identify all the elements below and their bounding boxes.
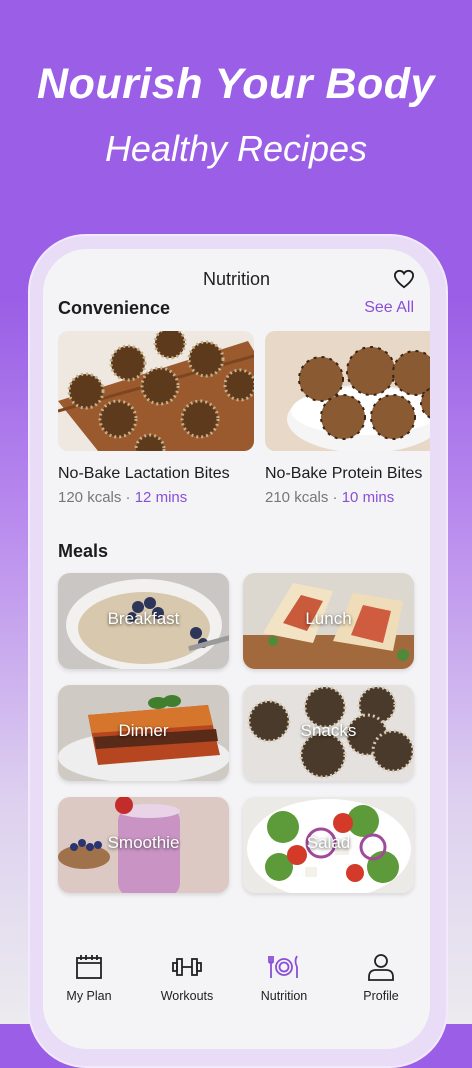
plate-cutlery-icon: [268, 955, 298, 978]
recipe-time: 12 mins: [134, 489, 188, 506]
meal-label: Dinner: [118, 721, 169, 740]
bottom-tab-bar: My Plan Workouts Nutrition Profile: [43, 939, 430, 1049]
tab-workouts[interactable]: Workouts: [147, 953, 227, 1003]
meal-label: Salad: [306, 833, 351, 852]
meta-separator: ·: [125, 489, 131, 506]
recipe-kcals: 210 kcals: [265, 489, 329, 506]
recipe-kcals: 120 kcals: [58, 489, 122, 506]
tab-label: Nutrition: [260, 989, 308, 1003]
meal-tile-snacks[interactable]: Snacks: [243, 685, 414, 781]
heart-icon[interactable]: [393, 269, 415, 289]
calendar-icon: [76, 955, 102, 979]
convenience-title: Convenience: [58, 298, 171, 318]
meal-label: Smoothie: [107, 833, 180, 852]
hero-subtitle: Healthy Recipes: [104, 128, 368, 169]
recipe-name: No-Bake Protein Bites: [265, 465, 423, 482]
tab-label: Profile: [363, 989, 399, 1003]
meal-tile-dinner[interactable]: Dinner: [58, 685, 229, 781]
meta-separator: ·: [332, 489, 338, 506]
person-icon: [368, 954, 394, 981]
page-title: Nutrition: [202, 269, 271, 289]
recipe-meta: 120 kcals · 12 mins: [58, 489, 256, 506]
recipe-image: [58, 331, 254, 451]
see-all-link[interactable]: See All: [364, 299, 414, 317]
tab-nutrition[interactable]: Nutrition: [244, 953, 324, 1003]
recipe-time: 10 mins: [341, 489, 395, 506]
meal-label: Lunch: [305, 609, 352, 628]
meal-tile-breakfast[interactable]: Breakfast: [58, 573, 229, 669]
meal-label: Breakfast: [107, 609, 180, 628]
tab-profile[interactable]: Profile: [341, 953, 421, 1003]
meal-label: Snacks: [300, 721, 357, 740]
recipe-card[interactable]: No-Bake Protein Bites 210 kcals · 10 min…: [265, 331, 430, 506]
meal-tile-lunch[interactable]: Lunch: [243, 573, 414, 669]
top-bar: Nutrition: [43, 249, 430, 297]
tab-label: My Plan: [66, 989, 112, 1003]
meal-tile-salad[interactable]: Salad: [243, 797, 414, 893]
tab-my-plan[interactable]: My Plan: [49, 953, 129, 1003]
recipe-meta: 210 kcals · 10 mins: [265, 489, 430, 506]
meals-title: Meals: [58, 541, 109, 561]
dumbbell-icon: [172, 958, 202, 976]
recipe-card[interactable]: No-Bake Lactation Bites 120 kcals · 12 m…: [58, 331, 256, 506]
app-screen: Nutrition Convenience See All No-Bake La…: [43, 249, 430, 1049]
tab-label: Workouts: [160, 989, 214, 1003]
meal-tile-smoothie[interactable]: Smoothie: [58, 797, 229, 893]
recipe-name: No-Bake Lactation Bites: [58, 465, 230, 482]
hero-title: Nourish Your Body: [37, 60, 435, 108]
recipe-image: [265, 331, 430, 451]
